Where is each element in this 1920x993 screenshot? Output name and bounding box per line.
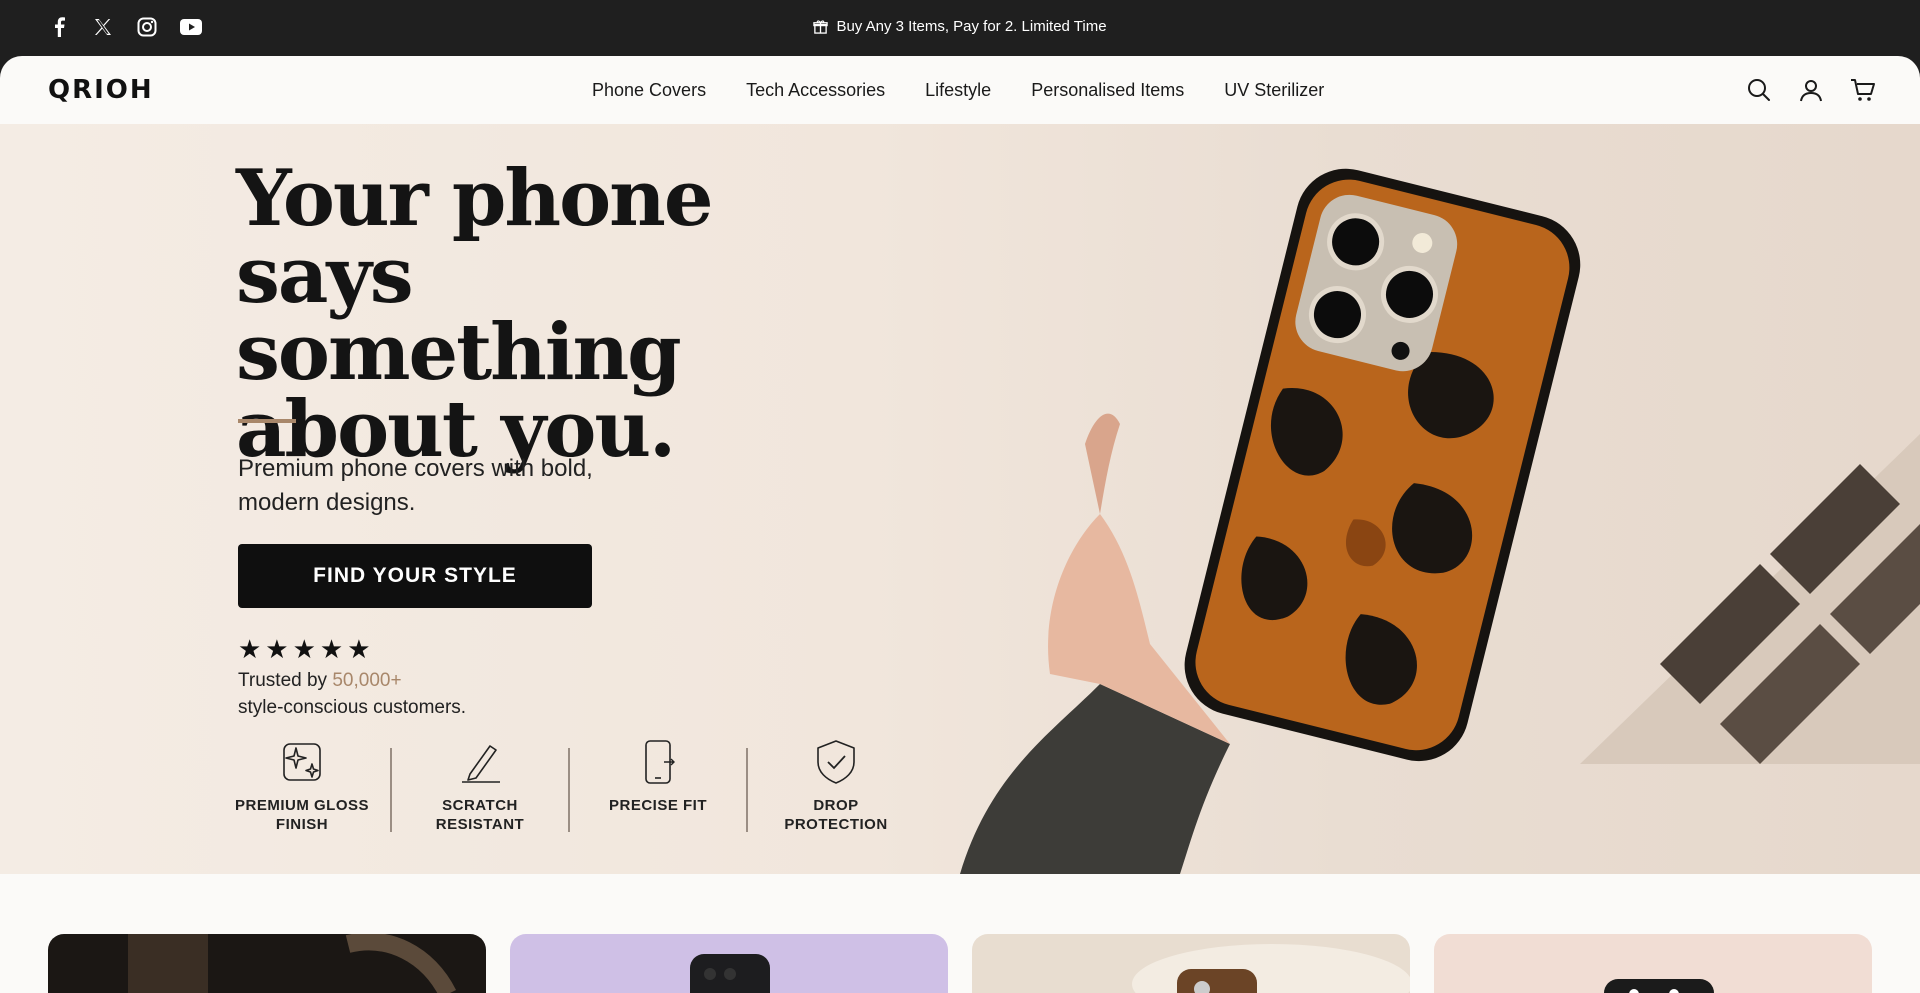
trust-suffix: style-conscious customers. [238,697,467,718]
trust-prefix: Trusted by [238,670,328,691]
product-card-1[interactable] [48,934,486,993]
trust-text: Trusted by 50,000+ style-conscious custo… [238,667,466,721]
product-grid [0,874,1920,993]
feature-fit: PRECISE FIT [588,738,728,815]
nav-uv-sterilizer[interactable]: UV Sterilizer [1224,80,1324,101]
feature-drop: DROP PROTECTION [766,738,906,834]
account-icon[interactable] [1798,77,1824,103]
feature-divider [746,748,748,832]
nav-personalised-items[interactable]: Personalised Items [1031,80,1184,101]
sparkle-icon [283,743,321,781]
product-card-3[interactable] [972,934,1410,993]
phone-fit-icon [645,740,675,784]
hero-subtitle: Premium phone covers with bold, modern d… [238,455,593,516]
find-your-style-button[interactable]: FIND YOUR STYLE [238,544,592,608]
gift-icon [813,20,829,34]
feature-list: PREMIUM GLOSS FINISH SCRATCH RESISTANT P… [232,738,906,834]
site-header: QRIOH Phone Covers Tech Accessories Life… [0,56,1920,124]
accent-divider [238,419,296,423]
feature-gloss-label: PREMIUM GLOSS FINISH [234,797,369,833]
star-rating: ★★★★★ [238,634,375,664]
announcement[interactable]: Buy Any 3 Items, Pay for 2. Limited Time [0,18,1920,35]
nav-lifestyle[interactable]: Lifestyle [925,80,991,101]
trust-highlight: 50,000+ [332,670,402,691]
announcement-text: Buy Any 3 Items, Pay for 2. Limited Time [836,18,1107,35]
feature-scratch: SCRATCH RESISTANT [410,738,550,834]
feature-divider [390,748,392,832]
feature-drop-label: DROP PROTECTION [784,797,888,833]
main-nav: Phone Covers Tech Accessories Lifestyle … [592,80,1324,101]
logo[interactable]: QRIOH [48,75,154,105]
pen-icon [462,745,500,783]
search-icon[interactable] [1746,77,1772,103]
feature-gloss: PREMIUM GLOSS FINISH [232,738,372,834]
shield-check-icon [817,740,855,784]
feature-scratch-label: SCRATCH RESISTANT [435,797,525,833]
feature-divider [568,748,570,832]
phone-case-image [1184,168,1581,762]
feature-fit-label: PRECISE FIT [608,797,707,814]
nav-phone-covers[interactable]: Phone Covers [592,80,706,101]
nav-tech-accessories[interactable]: Tech Accessories [746,80,885,101]
hero-headline: Your phone says something about you. [236,153,714,475]
cart-icon[interactable] [1850,77,1876,103]
product-card-2[interactable] [510,934,948,993]
product-card-4[interactable] [1434,934,1872,993]
announcement-bar: Buy Any 3 Items, Pay for 2. Limited Time [0,0,1920,56]
hero-banner: Your phone says something about you. Pre… [0,124,1920,874]
header-actions [1746,77,1876,103]
